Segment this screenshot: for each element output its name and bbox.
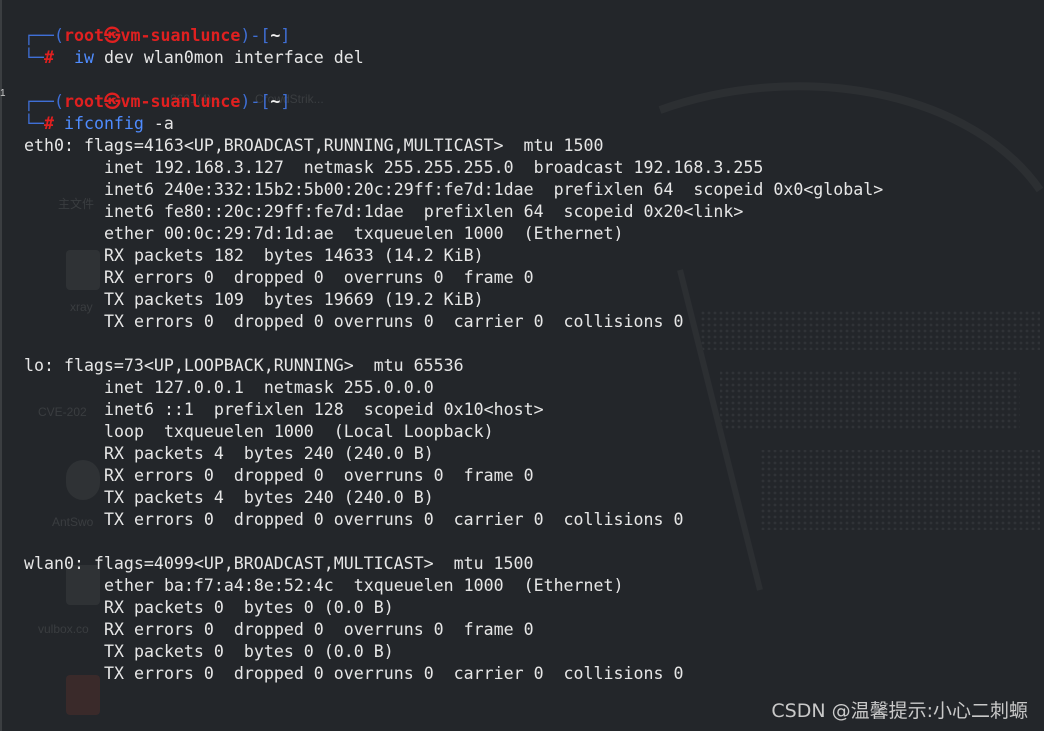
output-line: inet 192.168.3.127 netmask 255.255.255.0…	[104, 158, 764, 177]
prompt-frame: ┌──(	[24, 26, 64, 45]
bg-label: 主文件	[58, 197, 95, 211]
output-line: TX errors 0 dropped 0 overruns 0 carrier…	[104, 510, 684, 529]
terminal-window[interactable]: 1 主文件 xray CVE-202 AntSwo vulbox.co 8601…	[0, 0, 1044, 731]
output-line: RX errors 0 dropped 0 overruns 0 frame 0	[104, 268, 534, 287]
prompt-user: root	[63, 92, 104, 111]
command-line-1: └─# iw dev wlan0mon interface del	[24, 48, 364, 67]
bg-label: AntSwo	[52, 515, 94, 529]
output-line: inet6 240e:332:15b2:5b00:20c:29ff:fe7d:1…	[104, 180, 884, 199]
prompt-frame: ┌──(	[24, 92, 64, 111]
output-line: TX errors 0 dropped 0 overruns 0 carrier…	[104, 664, 684, 683]
prompt-dir: ~	[270, 26, 281, 45]
command-name: iw	[73, 48, 94, 67]
window-left-border	[0, 0, 2, 731]
output-line: inet 127.0.0.1 netmask 255.0.0.0	[104, 378, 434, 397]
command-args: dev wlan0mon interface del	[103, 48, 364, 67]
bg-label: CVE-202	[38, 405, 87, 419]
prompt-host: vm-suanlunce	[120, 26, 241, 45]
prompt-line-2: ┌──(root㉿vm-suanlunce)-[~]	[24, 92, 291, 111]
output-line: TX packets 109 bytes 19669 (19.2 KiB)	[104, 290, 484, 309]
output-line: inet6 fe80::20c:29ff:fe7d:1dae prefixlen…	[104, 202, 744, 221]
output-line: TX packets 4 bytes 240 (240.0 B)	[104, 488, 434, 507]
bg-label: vulbox.co	[38, 622, 89, 636]
output-line: ether ba:f7:a4:8e:52:4c txqueuelen 1000 …	[104, 576, 624, 595]
prompt-separator-icon: ㉿	[103, 26, 121, 45]
side-marker: 1	[0, 88, 6, 99]
interface-header-wlan0: wlan0: flags=4099<UP,BROADCAST,MULTICAST…	[24, 554, 534, 573]
command-args: -a	[153, 114, 174, 133]
prompt-separator-icon: ㉿	[103, 92, 121, 111]
output-line: TX errors 0 dropped 0 overruns 0 carrier…	[104, 312, 684, 331]
prompt-hash: #	[43, 48, 54, 67]
bg-app-icon	[66, 460, 100, 500]
prompt-line-1: ┌──(root㉿vm-suanlunce)-[~]	[24, 26, 291, 45]
interface-header-lo: lo: flags=73<UP,LOOPBACK,RUNNING> mtu 65…	[24, 356, 464, 375]
output-line: RX packets 0 bytes 0 (0.0 B)	[104, 598, 394, 617]
prompt-dir: ~	[270, 92, 281, 111]
command-line-2: └─# ifconfig -a	[24, 114, 174, 133]
bg-folder-icon	[66, 250, 100, 290]
interface-header-eth0: eth0: flags=4163<UP,BROADCAST,RUNNING,MU…	[24, 136, 604, 155]
output-line: loop txqueuelen 1000 (Local Loopback)	[104, 422, 494, 441]
output-line: RX packets 4 bytes 240 (240.0 B)	[104, 444, 434, 463]
output-line: inet6 ::1 prefixlen 128 scopeid 0x10<hos…	[104, 400, 544, 419]
bg-label: xray	[70, 300, 93, 314]
output-line: RX packets 182 bytes 14633 (14.2 KiB)	[104, 246, 484, 265]
output-line: TX packets 0 bytes 0 (0.0 B)	[104, 642, 394, 661]
prompt-host: vm-suanlunce	[120, 92, 241, 111]
bg-pdf-icon	[66, 675, 100, 715]
output-line: RX errors 0 dropped 0 overruns 0 frame 0	[104, 620, 534, 639]
command-name: ifconfig	[63, 114, 144, 133]
output-line: ether 00:0c:29:7d:1d:ae txqueuelen 1000 …	[104, 224, 624, 243]
prompt-hash: #	[43, 114, 54, 133]
output-line: RX errors 0 dropped 0 overruns 0 frame 0	[104, 466, 534, 485]
prompt-user: root	[63, 26, 104, 45]
csdn-watermark: CSDN @温馨提示:小心二刺螈	[771, 700, 1028, 722]
